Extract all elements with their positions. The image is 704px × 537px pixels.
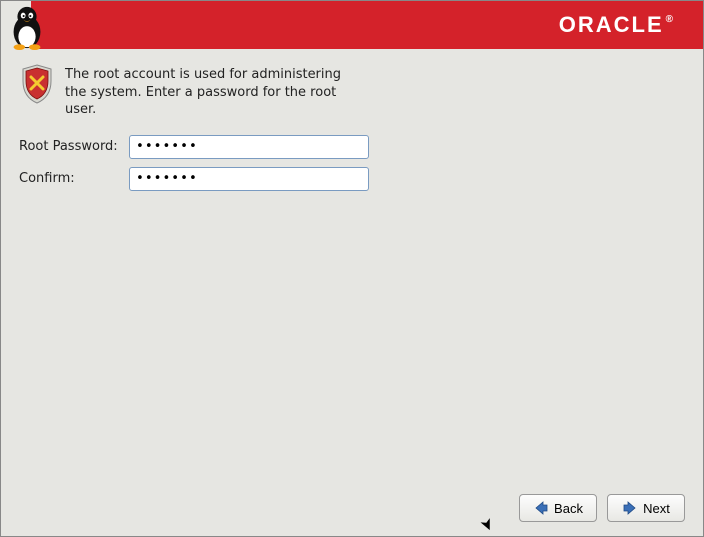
confirm-input[interactable] [129, 167, 369, 191]
back-button-label: Back [554, 501, 583, 516]
tux-penguin-icon [7, 5, 47, 51]
footer-buttons: Back Next [519, 494, 685, 522]
info-text: The root account is used for administeri… [65, 63, 345, 119]
arrow-right-icon [622, 500, 638, 516]
installer-header: ORACLE [1, 1, 703, 49]
info-row: The root account is used for administeri… [19, 63, 685, 119]
oracle-logo: ORACLE [559, 12, 673, 38]
content-area: The root account is used for administeri… [1, 49, 703, 213]
header-red-banner: ORACLE [31, 1, 703, 49]
root-shield-icon [19, 63, 55, 105]
mouse-cursor-icon: ➤ [476, 514, 499, 534]
confirm-row: Confirm: [19, 167, 685, 191]
confirm-label: Confirm: [19, 171, 129, 186]
next-button[interactable]: Next [607, 494, 685, 522]
next-button-label: Next [643, 501, 670, 516]
root-password-label: Root Password: [19, 139, 129, 154]
root-password-row: Root Password: [19, 135, 685, 159]
arrow-left-icon [533, 500, 549, 516]
root-password-input[interactable] [129, 135, 369, 159]
back-button[interactable]: Back [519, 494, 597, 522]
